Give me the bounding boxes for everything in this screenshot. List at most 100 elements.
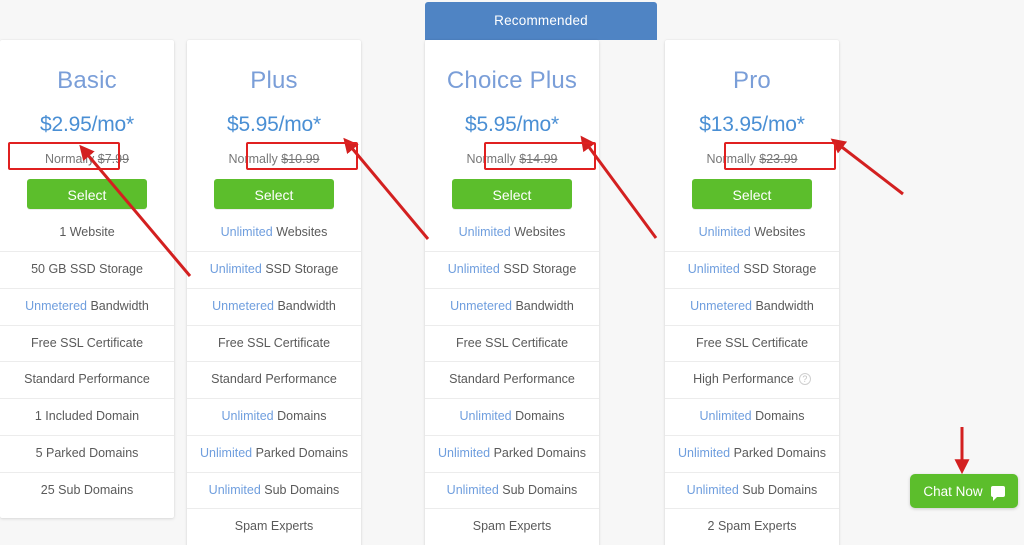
feature-item: Unlimited Parked Domains: [425, 434, 599, 472]
feature-item: Spam Experts: [425, 508, 599, 545]
feature-highlight: Unlimited: [208, 482, 261, 497]
plan-price: $5.95/mo*: [465, 113, 559, 137]
feature-highlight: Unlimited: [221, 409, 274, 424]
feature-item: 25 Sub Domains: [0, 471, 174, 509]
normally-label: Normally: [228, 152, 278, 167]
feature-text: SSD Storage: [743, 262, 817, 277]
feature-highlight: Unmetered: [690, 298, 752, 313]
normally-strikethrough-price: $10.99: [281, 152, 320, 167]
feature-item: Unlimited Domains: [187, 398, 361, 435]
feature-highlight: Unlimited: [458, 225, 511, 240]
feature-text: 25 Sub Domains: [40, 482, 134, 497]
chat-now-label: Chat Now: [923, 483, 983, 499]
feature-highlight: Unmetered: [212, 298, 274, 313]
plan-name: Plus: [250, 67, 298, 94]
feature-item: Unlimited Websites: [187, 209, 361, 251]
feature-list: Unlimited Websites Unlimited SSD Storage U…: [187, 209, 361, 545]
feature-highlight: Unlimited: [687, 262, 740, 277]
help-question-icon[interactable]: ?: [798, 373, 811, 386]
feature-highlight: Unlimited: [459, 409, 512, 424]
feature-item: High Performance?: [665, 361, 839, 398]
normally-strikethrough-price: $7.99: [97, 152, 130, 167]
feature-highlight: Unlimited: [699, 409, 752, 424]
feature-text: High Performance: [693, 372, 794, 387]
feature-item: Free SSL Certificate: [425, 324, 599, 362]
feature-item: 1 Included Domain: [0, 398, 174, 435]
feature-item: Standard Performance: [187, 361, 361, 398]
plan-price: $13.95/mo*: [699, 113, 805, 137]
feature-text: Free SSL Certificate: [30, 335, 144, 350]
feature-item: 50 GB SSD Storage: [0, 251, 174, 288]
feature-item: Free SSL Certificate: [187, 324, 361, 362]
feature-text: Sub Domains: [742, 482, 818, 497]
feature-highlight: Unlimited: [698, 225, 751, 240]
feature-item: 1 Website: [0, 209, 174, 251]
feature-text: Domains: [277, 409, 327, 424]
feature-item: Unlimited SSD Storage: [665, 251, 839, 288]
feature-item: 5 Parked Domains: [0, 434, 174, 472]
feature-text: 1 Website: [59, 225, 115, 240]
feature-item: Unlimited SSD Storage: [187, 251, 361, 288]
plan-price: $2.95/mo*: [40, 113, 134, 137]
feature-text: Spam Experts: [234, 519, 314, 534]
feature-item: Unlimited Sub Domains: [425, 471, 599, 509]
feature-text: Domains: [515, 409, 565, 424]
plan-normally-price: Normally $10.99: [197, 137, 351, 166]
feature-item: Unlimited Parked Domains: [665, 434, 839, 472]
feature-text: SSD Storage: [265, 262, 339, 277]
feature-list: Unlimited Websites Unlimited SSD Storage U…: [665, 209, 839, 545]
normally-strikethrough-price: $23.99: [759, 152, 798, 167]
normally-label: Normally: [466, 152, 516, 167]
feature-item: Unmetered Bandwidth: [187, 287, 361, 325]
plan-card: Plus $5.95/mo* Normally $10.99 Select Unlimi…: [187, 40, 361, 545]
feature-item: Unlimited Parked Domains: [187, 434, 361, 472]
plan-card: Choice Plus $5.95/mo* Normally $14.99 Selec…: [425, 40, 599, 545]
feature-text: Bandwidth: [277, 298, 336, 313]
feature-text: Standard Performance: [449, 372, 575, 387]
select-button[interactable]: Select: [692, 179, 812, 210]
feature-highlight: Unlimited: [438, 445, 491, 460]
feature-text: Standard Performance: [24, 372, 150, 387]
select-button[interactable]: Select: [214, 179, 334, 210]
feature-item: Standard Performance: [0, 361, 174, 398]
feature-text: Free SSL Certificate: [455, 335, 569, 350]
chat-now-button[interactable]: Chat Now: [910, 474, 1018, 508]
feature-item: Unlimited Sub Domains: [665, 471, 839, 509]
feature-text: Websites: [276, 225, 328, 240]
recommended-banner: Recommended: [425, 2, 657, 40]
feature-text: SSD Storage: [503, 262, 577, 277]
select-button[interactable]: Select: [27, 179, 147, 210]
feature-item: Unlimited Domains: [665, 398, 839, 435]
feature-text: Domains: [755, 409, 805, 424]
feature-text: Free SSL Certificate: [217, 335, 331, 350]
feature-highlight: Unmetered: [25, 298, 87, 313]
normally-label: Normally: [44, 152, 95, 167]
feature-item: Unlimited Websites: [425, 209, 599, 251]
feature-item: Unlimited Websites: [665, 209, 839, 251]
plan-normally-price: Normally $14.99: [435, 137, 589, 166]
plan-name: Pro: [733, 67, 771, 94]
select-button[interactable]: Select: [452, 179, 572, 210]
feature-text: Parked Domains: [733, 445, 826, 460]
feature-list: 1 Website 50 GB SSD Storage Unmetered Band…: [0, 209, 174, 518]
feature-highlight: Unlimited: [200, 445, 253, 460]
plan-normally-price: Normally $23.99: [675, 137, 829, 166]
feature-text: Websites: [754, 225, 806, 240]
normally-strikethrough-price: $14.99: [519, 152, 558, 167]
plan-price: $5.95/mo*: [227, 113, 321, 137]
feature-item: Spam Experts: [187, 508, 361, 545]
feature-text: 1 Included Domain: [34, 409, 140, 424]
feature-text: 5 Parked Domains: [35, 445, 139, 460]
feature-highlight: Unlimited: [220, 225, 273, 240]
feature-text: Parked Domains: [493, 445, 586, 460]
feature-list: Unlimited Websites Unlimited SSD Storage U…: [425, 209, 599, 545]
feature-text: Bandwidth: [755, 298, 814, 313]
feature-text: Parked Domains: [255, 445, 348, 460]
feature-text: 50 GB SSD Storage: [31, 262, 143, 277]
feature-highlight: Unmetered: [450, 298, 512, 313]
plan-name: Choice Plus: [446, 67, 578, 94]
normally-label: Normally: [706, 152, 756, 167]
feature-text: Websites: [514, 225, 566, 240]
feature-text: Bandwidth: [515, 298, 574, 313]
feature-text: Bandwidth: [90, 298, 149, 313]
